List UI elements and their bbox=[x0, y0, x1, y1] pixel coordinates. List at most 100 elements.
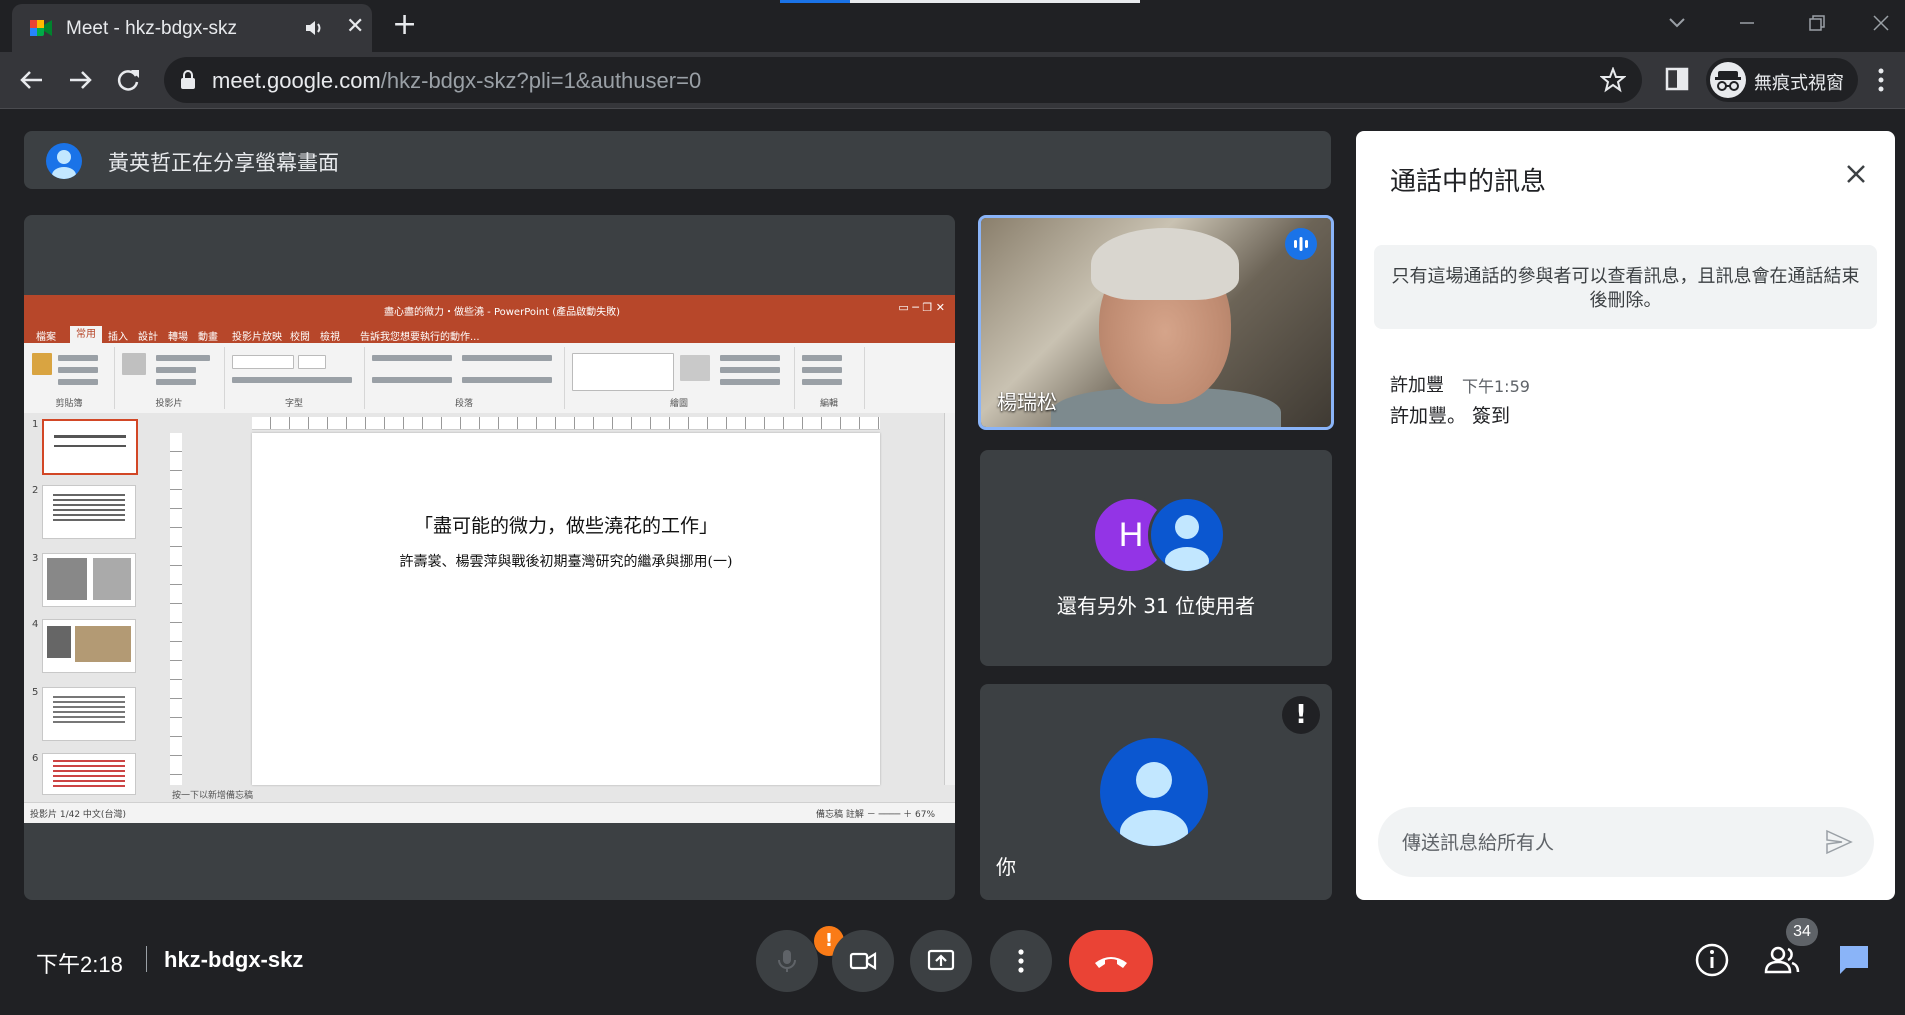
forward-arrow-icon[interactable] bbox=[64, 64, 96, 96]
thumb-number: 2 bbox=[32, 485, 39, 496]
presenter-avatar bbox=[46, 143, 82, 179]
ppt-tab: 檢視 bbox=[320, 332, 340, 343]
lock-icon[interactable] bbox=[180, 70, 196, 90]
reload-icon[interactable] bbox=[112, 64, 144, 96]
chat-icon[interactable] bbox=[1834, 940, 1874, 980]
ribbon-group-label: 編輯 bbox=[819, 399, 838, 409]
participant-name: 楊瑞松 bbox=[997, 390, 1057, 414]
meet-favicon-icon bbox=[30, 20, 52, 36]
others-count-label: 還有另外 31 位使用者 bbox=[1056, 594, 1256, 618]
ppt-tab: 校閱 bbox=[290, 332, 310, 343]
camera-button[interactable] bbox=[832, 930, 894, 992]
url-text[interactable]: meet.google.com/hkz-bdgx-skz?pli=1&authu… bbox=[212, 68, 701, 94]
more-vert-icon bbox=[1018, 949, 1024, 973]
message-time: 下午1:59 bbox=[1462, 377, 1530, 396]
chat-title: 通話中的訊息 bbox=[1390, 167, 1547, 197]
present-screen-icon bbox=[927, 949, 955, 971]
ribbon-group: 剪貼簿 bbox=[24, 347, 115, 409]
tab-loading-indicator bbox=[780, 0, 850, 3]
present-screen-button[interactable] bbox=[910, 930, 972, 992]
people-icon[interactable] bbox=[1762, 940, 1802, 980]
ribbon-group-label: 繪圖 bbox=[669, 399, 688, 409]
thumb-number: 4 bbox=[32, 619, 39, 630]
hang-up-icon bbox=[1095, 957, 1127, 968]
presenting-banner: 黃英哲正在分享螢幕畫面 bbox=[24, 131, 1331, 189]
tab-title: Meet - hkz-bdgx-skz bbox=[66, 18, 238, 39]
tab-close-icon[interactable]: ✕ bbox=[346, 16, 364, 38]
ppt-ribbon: 剪貼簿 投影片 字型 段落 繪圖 編輯 bbox=[24, 343, 955, 414]
camera-icon bbox=[849, 952, 877, 970]
message-text: 許加豐。 簽到 bbox=[1390, 405, 1511, 427]
thumb-number: 3 bbox=[32, 553, 39, 564]
slide-thumbnail bbox=[42, 687, 136, 741]
ppt-tab: 設計 bbox=[138, 332, 158, 343]
more-options-button[interactable] bbox=[990, 930, 1052, 992]
participant-tile-self[interactable]: ! 你 bbox=[980, 684, 1332, 900]
ppt-scrollbar bbox=[944, 413, 955, 785]
ribbon-group: 段落 bbox=[364, 347, 565, 409]
restore-window-icon[interactable] bbox=[1802, 8, 1832, 38]
incognito-label: 無痕式視窗 bbox=[1754, 73, 1844, 94]
ppt-ribbon-tabs: 檔案 常用 插入 設計 轉場 動畫 投影片放映 校閱 檢視 告訴我您想要執行的動… bbox=[24, 325, 955, 343]
ppt-tab: 轉場 bbox=[168, 332, 188, 343]
microphone-button[interactable]: ! bbox=[756, 926, 844, 992]
close-icon[interactable] bbox=[1839, 157, 1873, 191]
browser-toolbar: meet.google.com/hkz-bdgx-skz?pli=1&authu… bbox=[0, 52, 1905, 109]
browser-tabstrip: Meet - hkz-bdgx-skz ✕ + bbox=[0, 0, 1905, 52]
ppt-tab: 投影片放映 bbox=[232, 332, 282, 343]
slide-title: 「盡可能的微力，做些澆花的工作」 bbox=[413, 515, 718, 537]
chat-input-box[interactable] bbox=[1378, 807, 1874, 877]
speaking-indicator-icon bbox=[1285, 228, 1317, 260]
tab-loading-indicator-track bbox=[850, 0, 1140, 3]
meeting-code: hkz-bdgx-skz bbox=[164, 947, 304, 972]
presenting-banner-text: 黃英哲正在分享螢幕畫面 bbox=[108, 151, 339, 175]
browser-tab-meet[interactable]: Meet - hkz-bdgx-skz ✕ bbox=[12, 4, 372, 52]
minimize-icon[interactable] bbox=[1732, 8, 1762, 38]
message-author: 許加豐 bbox=[1390, 375, 1444, 396]
ppt-window-title: 盡心盡的微力・做些澆 - PowerPoint (產品啟動失敗) bbox=[384, 307, 621, 318]
notes-pane: 按一下以新增備忘稿 bbox=[164, 788, 955, 802]
ribbon-group-label: 字型 bbox=[284, 399, 303, 409]
self-name: 你 bbox=[996, 855, 1016, 879]
leave-call-button[interactable] bbox=[1069, 930, 1153, 992]
slide-subtitle: 許壽裳、楊雲萍與戰後初期臺灣研究的繼承與挪用(一) bbox=[399, 554, 733, 570]
slide-thumbnail bbox=[42, 553, 136, 607]
meeting-details-icon[interactable] bbox=[1692, 940, 1732, 980]
ppt-status-left: 投影片 1/42 中文(台灣) bbox=[30, 810, 126, 820]
screen-share-tile[interactable]: 盡心盡的微力・做些澆 - PowerPoint (產品啟動失敗) ▭ ─ ❐ ✕… bbox=[24, 215, 955, 900]
ppt-titlebar: 盡心盡的微力・做些澆 - PowerPoint (產品啟動失敗) ▭ ─ ❐ ✕ bbox=[24, 295, 955, 325]
vertical-ruler bbox=[170, 433, 182, 785]
send-icon[interactable] bbox=[1824, 827, 1854, 857]
alert-icon[interactable]: ! bbox=[1282, 696, 1320, 734]
side-panel-icon[interactable] bbox=[1664, 66, 1690, 92]
participant-tile-others[interactable]: H 還有另外 31 位使用者 bbox=[980, 450, 1332, 666]
ppt-tab: 插入 bbox=[108, 332, 128, 343]
new-tab-button[interactable]: + bbox=[392, 10, 417, 40]
microphone-icon bbox=[778, 950, 796, 972]
browser-menu-icon[interactable] bbox=[1876, 66, 1886, 94]
meeting-clock: 下午2:18 bbox=[36, 952, 123, 977]
ppt-editor-area: 1 2 3 4 5 6 「盡可能的微力，做些澆花的工作」 許壽裳、楊雲萍與戰後初… bbox=[24, 413, 955, 802]
ppt-status-right: 備忘稿 註解 － ──── ＋ 67% bbox=[816, 810, 935, 820]
ribbon-group: 字型 bbox=[224, 347, 365, 409]
incognito-profile-button[interactable]: 無痕式視窗 bbox=[1706, 58, 1858, 102]
ribbon-group: 繪圖 bbox=[564, 347, 795, 409]
bookmark-star-icon[interactable] bbox=[1600, 67, 1626, 93]
chat-message-input[interactable] bbox=[1400, 825, 1804, 861]
ribbon-group-label: 段落 bbox=[454, 399, 473, 409]
tab-search-chevron-icon[interactable] bbox=[1662, 8, 1692, 38]
back-arrow-icon[interactable] bbox=[16, 64, 48, 96]
participant-avatar-generic bbox=[1148, 496, 1226, 574]
video-hair bbox=[1091, 228, 1239, 300]
close-window-icon[interactable] bbox=[1866, 8, 1896, 38]
thumb-number: 6 bbox=[32, 753, 39, 764]
incognito-icon bbox=[1710, 62, 1746, 98]
slide-thumbnail bbox=[42, 485, 136, 539]
ppt-tab: 檔案 bbox=[36, 332, 56, 343]
address-bar[interactable]: meet.google.com/hkz-bdgx-skz?pli=1&authu… bbox=[164, 57, 1642, 103]
ppt-tell-me: 告訴我您想要執行的動作... bbox=[360, 332, 480, 343]
ppt-tab: 動畫 bbox=[198, 332, 218, 343]
speaker-audio-icon[interactable] bbox=[304, 18, 326, 38]
participant-tile-speaker[interactable]: 楊瑞松 bbox=[978, 215, 1334, 430]
ppt-tab-active: 常用 bbox=[70, 326, 102, 343]
